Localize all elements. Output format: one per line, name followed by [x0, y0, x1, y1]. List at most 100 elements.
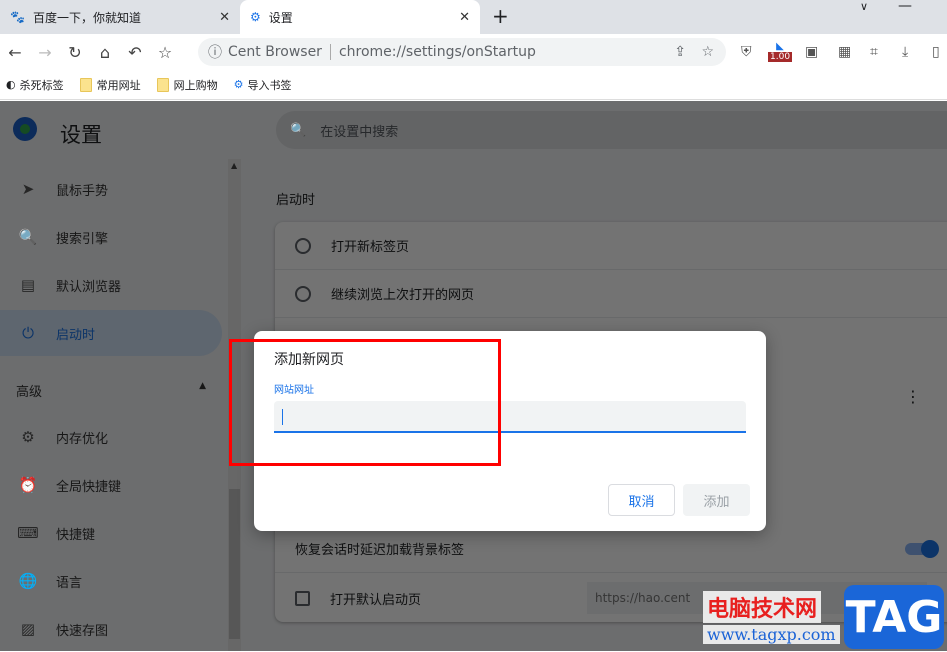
- sidebar-item-memory[interactable]: ⚙ 内存优化: [0, 414, 222, 460]
- tab-title: 设置: [268, 10, 293, 25]
- default-start-label: 打开默认启动页: [330, 592, 422, 608]
- baidu-icon: 🐾: [10, 10, 25, 24]
- site-name: Cent Browser: [228, 44, 322, 60]
- bookmark-star-icon[interactable]: ☆: [150, 43, 180, 62]
- minimize-button[interactable]: —: [898, 0, 912, 14]
- caret-up-icon: ▲: [199, 381, 206, 391]
- sidebar-item-search-engine[interactable]: 🔍 搜索引擎: [0, 214, 222, 260]
- browser-icon: ▤: [20, 276, 36, 294]
- sidebar-item-quick-save-image[interactable]: ▨ 快速存图: [0, 606, 222, 652]
- sidebar-item-label: 启动时: [56, 327, 96, 343]
- apps-icon[interactable]: ▦: [838, 34, 851, 70]
- sidebar-item-label: 快捷键: [56, 527, 96, 543]
- scroll-up-icon[interactable]: ▲: [231, 161, 237, 170]
- search-icon: 🔍: [18, 228, 38, 246]
- option-continue[interactable]: 继续浏览上次打开的网页: [275, 270, 947, 318]
- sidebar-icon[interactable]: ▯: [932, 34, 940, 70]
- sidebar-item-on-startup[interactable]: ⏻ 启动时: [0, 310, 222, 356]
- url-text: chrome://settings/onStartup: [338, 44, 536, 60]
- sidebar-item-label: 内存优化: [56, 431, 109, 447]
- reload-icon[interactable]: ↻: [60, 43, 90, 62]
- image-icon: ▨: [20, 620, 36, 638]
- folder-icon: [156, 77, 169, 92]
- sidebar-item-shortcuts[interactable]: ⌨ 快捷键: [0, 510, 222, 556]
- undo-close-icon[interactable]: ↶: [120, 43, 150, 62]
- star-icon[interactable]: ☆: [701, 44, 714, 60]
- tab-settings[interactable]: ⚙ 设置 ✕: [240, 0, 480, 34]
- search-icon: 🔍: [290, 122, 307, 138]
- lazy-load-label: 恢复会话时延迟加载背景标签: [295, 543, 465, 558]
- chip-icon: ⚙: [21, 428, 35, 446]
- page-title: 设置: [60, 123, 102, 147]
- toolbar: ← → ↻ ⌂ ↶ ☆ ⓘ Cent Browser chrome://sett…: [0, 34, 947, 70]
- watermark-cn: 电脑技术网: [703, 591, 822, 623]
- sidebar-item-label: 鼠标手势: [56, 183, 109, 199]
- home-icon[interactable]: ⌂: [90, 43, 120, 62]
- bookmark-item[interactable]: ◐ 杀死标签: [6, 77, 64, 93]
- watermark-url: www.tagxp.com: [703, 625, 840, 644]
- close-tab-icon[interactable]: ✕: [459, 10, 470, 25]
- bookmark-label: 网上购物: [173, 78, 218, 92]
- lazy-load-row[interactable]: 恢复会话时延迟加载背景标签: [275, 525, 947, 573]
- close-tab-icon[interactable]: ✕: [219, 10, 230, 25]
- extension-badge: 1.00: [768, 52, 793, 62]
- download-icon[interactable]: ⤓: [902, 34, 908, 70]
- lazy-load-toggle[interactable]: [905, 539, 939, 558]
- flag-icon: ◣: [776, 41, 784, 52]
- power-icon: ⏻: [22, 324, 34, 342]
- share-icon[interactable]: ⇪: [674, 44, 686, 60]
- globe-icon: ◐: [6, 78, 16, 91]
- option-new-tab[interactable]: 打开新标签页: [275, 222, 947, 270]
- divider: [329, 44, 331, 60]
- forward-icon[interactable]: →: [30, 43, 60, 62]
- keyboard-icon: ⌨: [17, 524, 39, 542]
- address-bar[interactable]: ⓘ Cent Browser chrome://settings/onStart…: [198, 38, 726, 66]
- bookmark-item[interactable]: ⚙ 导入书签: [234, 77, 292, 93]
- tab-search-icon[interactable]: ∨: [860, 0, 868, 13]
- info-icon[interactable]: ⓘ: [208, 42, 222, 62]
- highlight-annotation-box: [229, 339, 501, 466]
- new-tab-button[interactable]: +: [492, 4, 509, 28]
- radio-button[interactable]: [295, 237, 311, 254]
- back-icon[interactable]: ←: [0, 43, 30, 62]
- gear-icon: ⚙: [250, 10, 261, 24]
- bookmark-label: 导入书签: [247, 78, 292, 92]
- tampermonkey-icon[interactable]: ▣: [805, 34, 818, 70]
- sidebar-item-global-shortcuts[interactable]: ⏰ 全局快捷键: [0, 462, 222, 508]
- option-label: 打开新标签页: [331, 240, 410, 255]
- tab-title: 百度一下，你就知道: [32, 10, 141, 25]
- ublock-shield-icon[interactable]: ⛨: [741, 34, 752, 70]
- bookmark-label: 常用网址: [96, 78, 141, 92]
- extension-speed-button[interactable]: ◣ 1.00: [768, 34, 793, 70]
- crop-icon[interactable]: ⌗: [870, 34, 878, 70]
- gear-icon: ⚙: [233, 78, 244, 91]
- sidebar-item-default-browser[interactable]: ▤ 默认浏览器: [0, 262, 222, 308]
- cancel-button[interactable]: 取消: [608, 484, 675, 516]
- scrollbar-thumb[interactable]: [229, 489, 240, 639]
- bookmarks-bar: ◐ 杀死标签 常用网址 网上购物 ⚙ 导入书签: [0, 70, 947, 100]
- sidebar-item-label: 语言: [56, 575, 83, 591]
- bookmark-folder[interactable]: 常用网址: [79, 77, 141, 93]
- checkbox[interactable]: [295, 590, 310, 606]
- section-title: 启动时: [276, 193, 316, 208]
- settings-search[interactable]: 🔍 在设置中搜索: [276, 111, 947, 149]
- option-label: 继续浏览上次打开的网页: [331, 288, 475, 303]
- cent-browser-logo: [13, 117, 37, 141]
- advanced-label: 高级: [16, 385, 43, 400]
- tab-baidu[interactable]: 🐾 百度一下，你就知道 ✕: [0, 0, 240, 34]
- add-button[interactable]: 添加: [683, 484, 750, 516]
- advanced-toggle[interactable]: 高级 ▲: [16, 381, 206, 400]
- sidebar-item-language[interactable]: 🌐 语言: [0, 558, 222, 604]
- watermark-tag-logo: TAG: [844, 585, 944, 649]
- sidebar-item-label: 全局快捷键: [56, 479, 122, 495]
- search-placeholder: 在设置中搜索: [320, 124, 399, 140]
- bookmark-folder[interactable]: 网上购物: [156, 77, 218, 93]
- watermark: 电脑技术网 www.tagxp.com TAG: [697, 583, 947, 651]
- sidebar-item-mouse-gesture[interactable]: ➤ 鼠标手势: [0, 166, 222, 212]
- more-menu-icon[interactable]: ⋮: [905, 387, 921, 406]
- bookmark-label: 杀死标签: [19, 78, 64, 92]
- sidebar-item-label: 快速存图: [56, 623, 109, 639]
- tab-strip: 🐾 百度一下，你就知道 ✕ ⚙ 设置 ✕ + ∨ —: [0, 0, 947, 34]
- radio-button[interactable]: [295, 285, 311, 302]
- globe-icon: 🌐: [18, 572, 38, 590]
